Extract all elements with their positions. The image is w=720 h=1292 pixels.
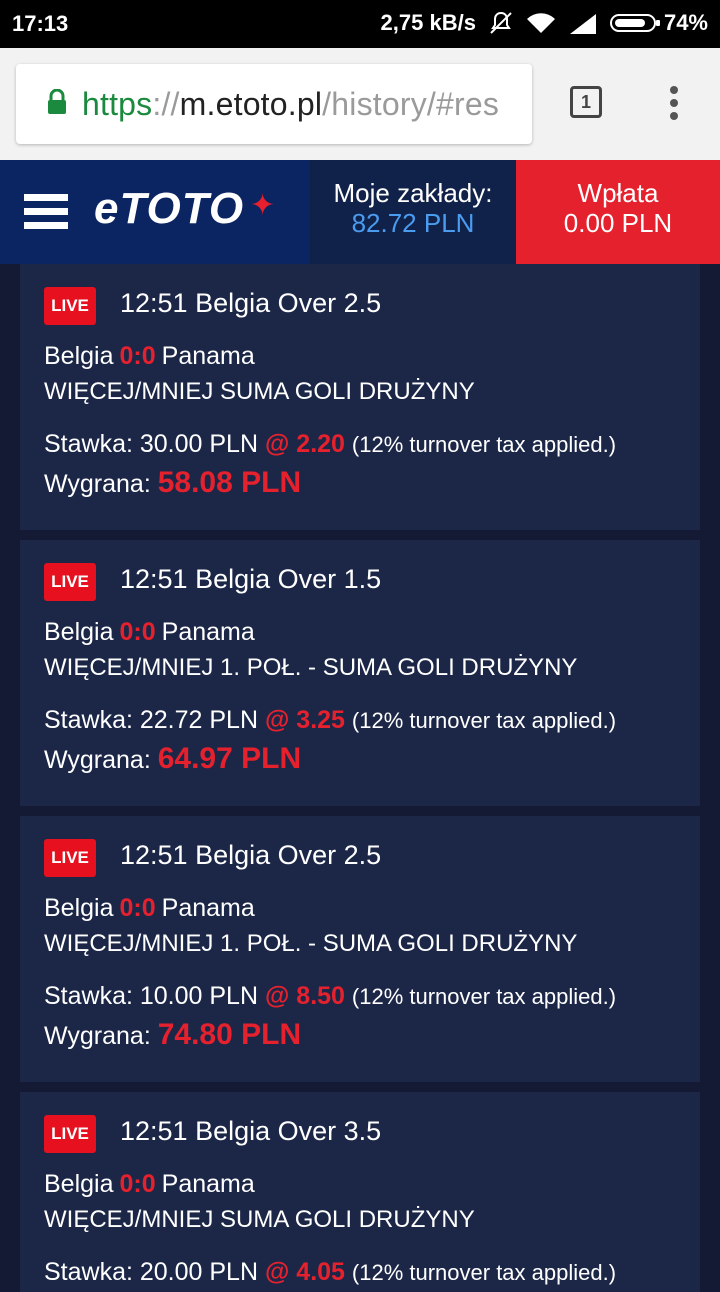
- status-icons: 2,75 kB/s 74%: [381, 10, 708, 36]
- url-text: https://m.etoto.pl/history/#res: [82, 85, 500, 122]
- lock-icon: [46, 88, 68, 120]
- match-score: Belgia 0:0 Panama: [44, 1170, 255, 1198]
- stake-line: Stawka: 20.00 PLN @ 4.05 (12% turnover t…: [44, 1258, 617, 1286]
- network-speed: 2,75 kB/s: [380, 10, 476, 35]
- site-header: eTOTO ✦ Moje zakłady: 82.72 PLN Wpłata 0…: [0, 160, 720, 264]
- live-badge: LIVE: [44, 839, 96, 877]
- bet-title: 12:51 Belgia Over 2.5: [120, 288, 382, 318]
- deposit-value: 0.00 PLN: [563, 208, 673, 238]
- status-bar: 17:13 2,75 kB/s 74%: [0, 0, 720, 48]
- match-score: Belgia 0:0 Panama: [44, 894, 255, 922]
- battery-indicator: 74%: [609, 10, 708, 36]
- bet-title: 12:51 Belgia Over 1.5: [120, 564, 382, 594]
- win-line: Wygrana: 58.08 PLN: [44, 466, 302, 499]
- deposit-button[interactable]: Wpłata 0.00 PLN: [516, 160, 720, 264]
- bet-card[interactable]: LIVE 12:51 Belgia Over 3.5 Belgia 0:0 Pana…: [20, 1092, 700, 1292]
- wifi-icon: [526, 11, 556, 35]
- bet-card[interactable]: LIVE 12:51 Belgia Over 1.5 Belgia 0:0 Pana…: [20, 540, 700, 806]
- my-bets-label: Moje zakłady:: [333, 178, 493, 208]
- stake-line: Stawka: 10.00 PLN @ 8.50 (12% turnover t…: [44, 982, 617, 1010]
- match-score: Belgia 0:0 Panama: [44, 618, 255, 646]
- market-name: WIĘCEJ/MNIEJ 1. POŁ. - SUMA GOLI DRUŻYNY: [44, 654, 578, 681]
- market-name: WIĘCEJ/MNIEJ SUMA GOLI DRUŻYNY: [44, 1206, 475, 1233]
- match-score: Belgia 0:0 Panama: [44, 342, 255, 370]
- win-line: Wygrana: 64.97 PLN: [44, 742, 302, 775]
- overflow-menu-icon[interactable]: [664, 86, 684, 122]
- my-bets-value: 82.72 PLN: [351, 208, 475, 238]
- header-brand: eTOTO ✦: [0, 160, 310, 264]
- stake-line: Stawka: 30.00 PLN @ 2.20 (12% turnover t…: [44, 430, 617, 458]
- live-badge: LIVE: [44, 563, 96, 601]
- bet-title: 12:51 Belgia Over 3.5: [120, 1116, 382, 1146]
- signal-icon: [568, 12, 598, 34]
- bet-card[interactable]: LIVE 12:51 Belgia Over 2.5 Belgia 0:0 Pana…: [20, 816, 700, 1082]
- win-line: Wygrana: 74.80 PLN: [44, 1018, 302, 1051]
- bet-card[interactable]: LIVE 12:51 Belgia Over 2.5 Belgia 0:0 Pana…: [20, 264, 700, 530]
- live-badge: LIVE: [44, 287, 96, 325]
- logo-star-icon: ✦: [250, 189, 276, 222]
- live-badge: LIVE: [44, 1115, 96, 1153]
- deposit-label: Wpłata: [577, 178, 659, 208]
- market-name: WIĘCEJ/MNIEJ SUMA GOLI DRUŻYNY: [44, 378, 475, 405]
- bet-title: 12:51 Belgia Over 2.5: [120, 840, 382, 870]
- address-bar[interactable]: https://m.etoto.pl/history/#res: [16, 64, 532, 144]
- battery-icon: [609, 14, 660, 32]
- my-bets-button[interactable]: Moje zakłady: 82.72 PLN: [310, 160, 516, 264]
- stake-line: Stawka: 22.72 PLN @ 3.25 (12% turnover t…: [44, 706, 617, 734]
- tab-switcher-button[interactable]: 1: [570, 86, 602, 118]
- battery-percent: 74%: [663, 10, 708, 35]
- browser-toolbar: https://m.etoto.pl/history/#res 1: [0, 48, 720, 160]
- mute-icon: [488, 10, 514, 36]
- hamburger-menu-icon[interactable]: [24, 194, 68, 232]
- market-name: WIĘCEJ/MNIEJ 1. POŁ. - SUMA GOLI DRUŻYNY: [44, 930, 578, 957]
- status-time: 17:13: [12, 11, 69, 36]
- etoto-logo[interactable]: eTOTO: [94, 184, 244, 234]
